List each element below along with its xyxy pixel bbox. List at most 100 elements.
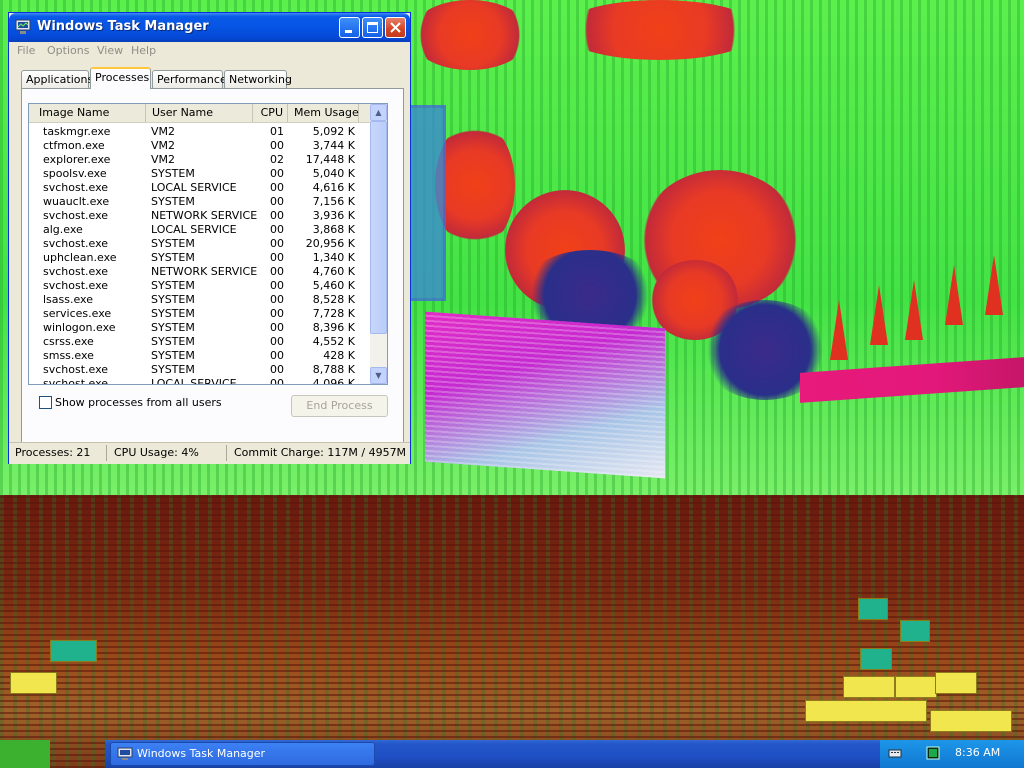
process-mem-usage: 4,096 K [312, 377, 355, 385]
table-row[interactable]: svchost.exe SYSTEM 00 20,956 K [29, 237, 370, 251]
process-image-name: svchost.exe [43, 209, 109, 222]
process-cpu: 00 [270, 377, 284, 385]
tray-ghost [930, 710, 1012, 732]
process-cpu: 00 [270, 279, 284, 292]
process-user-name: VM2 [151, 139, 176, 152]
title-bar[interactable]: Windows Task Manager [9, 13, 410, 42]
tab-processes[interactable]: Processes [90, 67, 151, 89]
process-image-name: lsass.exe [43, 293, 93, 306]
table-row[interactable]: csrss.exe SYSTEM 00 4,552 K [29, 335, 370, 349]
table-row[interactable]: taskmgr.exe VM2 01 5,092 K [29, 125, 370, 139]
arrow-up-icon: ▲ [375, 108, 382, 117]
taskbar-button-task-manager[interactable]: Windows Task Manager [110, 742, 375, 766]
menu-file[interactable]: File [17, 44, 35, 57]
column-mem-usage[interactable]: Mem Usage [288, 104, 359, 122]
table-row[interactable]: uphclean.exe SYSTEM 00 1,340 K [29, 251, 370, 265]
table-row[interactable]: svchost.exe NETWORK SERVICE 00 4,760 K [29, 265, 370, 279]
tab-performance[interactable]: Performance [152, 70, 227, 88]
process-mem-usage: 8,788 K [312, 363, 355, 376]
tray-ghost [858, 598, 888, 620]
tab-applications[interactable]: Applications [21, 70, 93, 88]
table-row[interactable]: svchost.exe SYSTEM 00 5,460 K [29, 279, 370, 293]
table-row[interactable]: explorer.exe VM2 02 17,448 K [29, 153, 370, 167]
process-cpu: 00 [270, 293, 284, 306]
process-user-name: SYSTEM [151, 237, 195, 250]
process-mem-usage: 4,552 K [312, 335, 355, 348]
process-cpu: 00 [270, 195, 284, 208]
menu-options[interactable]: Options [47, 44, 89, 57]
process-cpu: 00 [270, 335, 284, 348]
scroll-up-button[interactable]: ▲ [370, 104, 387, 121]
minimize-icon [345, 30, 352, 33]
minimize-button[interactable] [339, 17, 360, 38]
process-user-name: SYSTEM [151, 363, 195, 376]
process-cpu: 00 [270, 237, 284, 250]
glitch-blob [410, 0, 530, 70]
end-process-button[interactable]: End Process [291, 395, 388, 417]
process-user-name: SYSTEM [151, 335, 195, 348]
clock[interactable]: 8:36 AM [955, 746, 1000, 759]
table-row[interactable]: services.exe SYSTEM 00 7,728 K [29, 307, 370, 321]
process-image-name: svchost.exe [43, 265, 109, 278]
window-title: Windows Task Manager [37, 19, 209, 34]
tab-networking[interactable]: Networking [224, 70, 292, 88]
process-cpu: 00 [270, 181, 284, 194]
table-row[interactable]: winlogon.exe SYSTEM 00 8,396 K [29, 321, 370, 335]
column-user-name[interactable]: User Name [146, 104, 253, 122]
process-user-name: NETWORK SERVICE [151, 209, 258, 222]
maximize-button[interactable] [362, 17, 383, 38]
show-all-users-label: Show processes from all users [55, 396, 222, 409]
table-row[interactable]: svchost.exe NETWORK SERVICE 00 3,936 K [29, 209, 370, 223]
checkbox-box[interactable] [39, 396, 52, 409]
table-row[interactable]: svchost.exe SYSTEM 00 8,788 K [29, 363, 370, 377]
status-divider [106, 445, 107, 461]
process-user-name: LOCAL SERVICE [151, 223, 237, 236]
menu-help[interactable]: Help [131, 44, 156, 57]
taskbar-left-glitch [0, 740, 50, 768]
process-mem-usage: 17,448 K [305, 153, 355, 166]
process-user-name: LOCAL SERVICE [151, 377, 237, 385]
table-row[interactable]: smss.exe SYSTEM 00 428 K [29, 349, 370, 363]
process-user-name: SYSTEM [151, 251, 195, 264]
tab-strip: Applications Processes Performance Netwo… [21, 67, 401, 89]
tray-ghost [50, 640, 97, 662]
glitch-spike [830, 300, 848, 360]
column-cpu[interactable]: CPU [253, 104, 288, 122]
table-row[interactable]: wuauclt.exe SYSTEM 00 7,156 K [29, 195, 370, 209]
scroll-down-button[interactable]: ▼ [370, 367, 387, 384]
table-row[interactable]: lsass.exe SYSTEM 00 8,528 K [29, 293, 370, 307]
process-user-name: SYSTEM [151, 321, 195, 334]
table-row[interactable]: svchost.exe LOCAL SERVICE 00 4,096 K [29, 377, 370, 385]
process-user-name: SYSTEM [151, 307, 195, 320]
ground-area [0, 495, 1024, 768]
process-cpu: 00 [270, 363, 284, 376]
process-user-name: NETWORK SERVICE [151, 265, 258, 278]
close-button[interactable] [385, 17, 406, 38]
glitch-spike [985, 255, 1003, 315]
table-row[interactable]: svchost.exe LOCAL SERVICE 00 4,616 K [29, 181, 370, 195]
menu-view[interactable]: View [97, 44, 123, 57]
process-mem-usage: 3,936 K [312, 209, 355, 222]
process-image-name: spoolsv.exe [43, 167, 107, 180]
process-cpu: 02 [270, 153, 284, 166]
scroll-thumb[interactable] [370, 121, 387, 334]
process-mem-usage: 1,340 K [312, 251, 355, 264]
column-image-name[interactable]: Image Name [29, 104, 146, 122]
process-mem-usage: 428 K [323, 349, 355, 362]
table-row[interactable]: ctfmon.exe VM2 00 3,744 K [29, 139, 370, 153]
tray-ghost [895, 676, 937, 698]
vertical-scrollbar[interactable]: ▲ ▼ [370, 104, 387, 384]
process-user-name: SYSTEM [151, 293, 195, 306]
keyboard-icon[interactable] [888, 746, 902, 760]
process-image-name: smss.exe [43, 349, 94, 362]
process-image-name: csrss.exe [43, 335, 94, 348]
table-row[interactable]: spoolsv.exe SYSTEM 00 5,040 K [29, 167, 370, 181]
task-manager-tray-icon[interactable] [926, 746, 940, 760]
status-divider [226, 445, 227, 461]
process-image-name: svchost.exe [43, 279, 109, 292]
table-row[interactable]: alg.exe LOCAL SERVICE 00 3,868 K [29, 223, 370, 237]
tray-ghost [10, 672, 57, 694]
process-mem-usage: 3,868 K [312, 223, 355, 236]
process-list[interactable]: Image Name User Name CPU Mem Usage taskm… [28, 103, 388, 385]
process-cpu: 00 [270, 307, 284, 320]
